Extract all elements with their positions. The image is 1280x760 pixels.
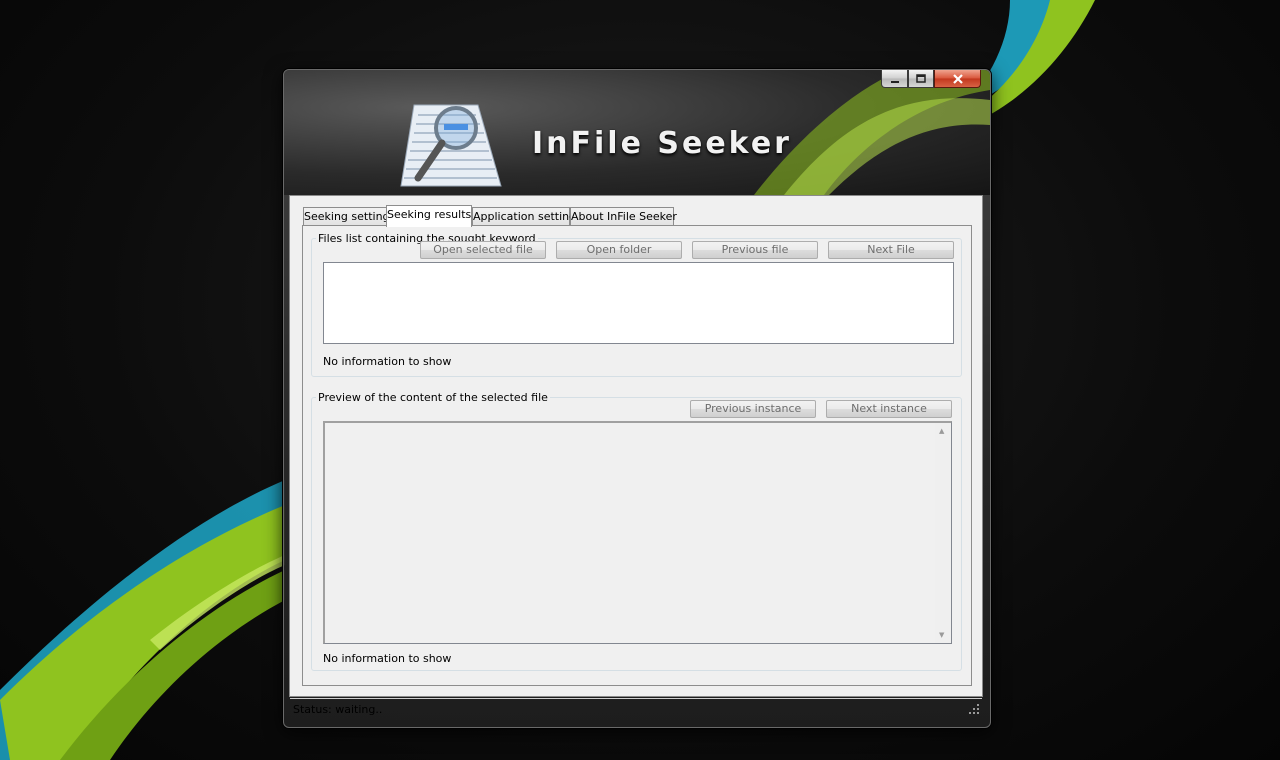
maximize-button[interactable] <box>908 70 934 88</box>
file-preview-textbox[interactable]: ▲ ▼ <box>323 421 952 644</box>
client-area: Seeking setting Seeking results Applicat… <box>289 195 983 716</box>
previous-instance-button[interactable]: Previous instance <box>690 400 816 418</box>
maximize-icon <box>916 73 926 83</box>
status-bar: Status: waiting.. <box>290 698 982 719</box>
magnifier-document-icon <box>400 104 502 187</box>
files-listbox[interactable] <box>323 262 954 344</box>
files-info-text: No information to show <box>323 355 452 368</box>
tab-seeking-setting[interactable]: Seeking setting <box>303 207 390 225</box>
tab-seeking-results[interactable]: Seeking results <box>386 205 472 227</box>
tab-about[interactable]: About InFile Seeker <box>570 207 677 225</box>
status-text: Status: waiting.. <box>293 703 383 716</box>
scroll-up-icon[interactable]: ▲ <box>939 427 944 435</box>
app-title: InFile Seeker <box>532 126 792 161</box>
header-banner: InFile Seeker <box>284 70 990 195</box>
next-file-button[interactable]: Next File <box>828 241 954 259</box>
preview-scrollbar[interactable]: ▲ ▼ <box>935 423 951 643</box>
minimize-button[interactable] <box>881 70 908 88</box>
tab-application-setting[interactable]: Application setting <box>472 207 576 225</box>
open-selected-file-button[interactable]: Open selected file <box>420 241 546 259</box>
app-window: InFile Seeker Seeking setting Seeking re… <box>283 69 991 728</box>
preview-info-text: No information to show <box>323 652 452 665</box>
close-button[interactable] <box>934 70 981 88</box>
desktop-background: InFile Seeker Seeking setting Seeking re… <box>0 0 1280 760</box>
tab-panel-seeking-results: Files list containing the sought keyword… <box>302 225 972 686</box>
open-folder-button[interactable]: Open folder <box>556 241 682 259</box>
preview-legend: Preview of the content of the selected f… <box>318 391 548 404</box>
next-instance-button[interactable]: Next instance <box>826 400 952 418</box>
close-icon <box>952 73 963 84</box>
resize-grip-icon[interactable] <box>968 703 980 715</box>
window-caption-buttons <box>881 70 981 89</box>
scroll-down-icon[interactable]: ▼ <box>939 631 944 639</box>
minimize-icon <box>890 80 899 83</box>
previous-file-button[interactable]: Previous file <box>692 241 818 259</box>
